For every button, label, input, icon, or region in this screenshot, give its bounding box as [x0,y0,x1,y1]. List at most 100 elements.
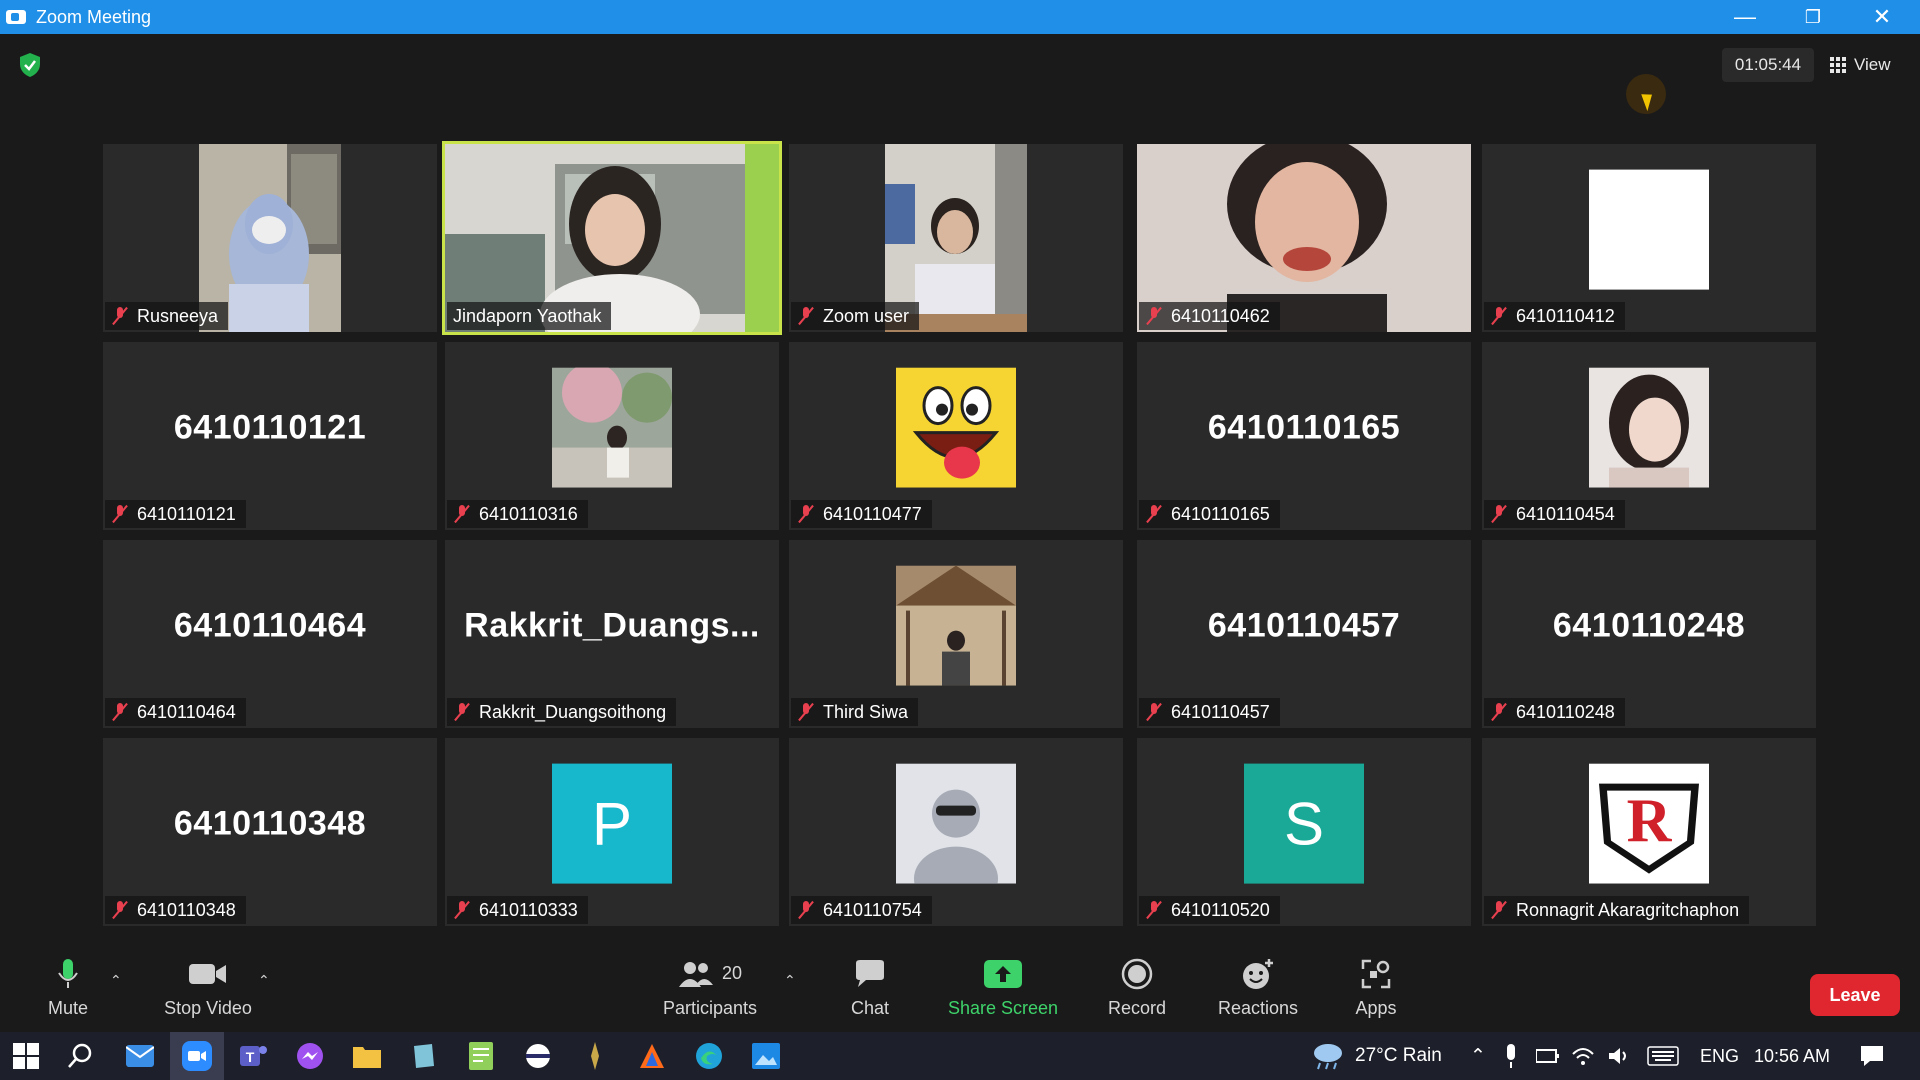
participant-tile[interactable]: 6410110165 6410110165 [1137,342,1471,530]
app-icon[interactable] [579,1040,611,1072]
microphone-tray-icon[interactable] [1500,1040,1522,1072]
participant-tile[interactable]: 6410110248 6410110248 [1482,540,1816,728]
mic-muted-icon [797,702,815,722]
video-options-chevron-icon[interactable]: ⌃ [258,972,270,989]
participant-tile[interactable]: Zoom user [789,144,1123,332]
wifi-icon[interactable] [1570,1040,1596,1072]
default-avatar [896,763,1016,884]
mic-muted-icon [111,306,129,326]
participant-tile[interactable]: Rusneeya [103,144,437,332]
participant-tile[interactable]: 6410110348 6410110348 [103,738,437,926]
participant-tile[interactable]: 6410110454 [1482,342,1816,530]
participant-name-label: 6410110454 [1484,500,1625,528]
participant-name-label: Rakkrit_Duangsoithong [447,698,677,726]
search-icon[interactable] [64,1040,96,1072]
participant-tile[interactable]: 6410110462 [1137,144,1471,332]
mic-muted-icon [453,900,471,920]
weather-rain-icon[interactable] [1310,1040,1346,1072]
zoom-taskbar-icon[interactable] [181,1040,213,1072]
participant-name-label: 6410110348 [105,896,246,924]
notepad-icon[interactable] [465,1040,497,1072]
mute-button[interactable]: Mute [38,942,98,1032]
security-shield-icon[interactable] [18,52,42,78]
participant-tile[interactable]: P 6410110333 [445,738,779,926]
mic-muted-icon [797,504,815,524]
windows-taskbar: T 27°C Rain ⌃ ENG 10:56 AM [0,1032,1920,1080]
system-clock[interactable]: 10:56 AM [1754,1032,1830,1080]
participant-name-label: Ronnagrit Akaragritchaphon [1484,896,1750,924]
participant-name-label: 6410110464 [105,698,246,726]
stop-video-button[interactable]: Stop Video [158,942,258,1032]
file-explorer-icon[interactable] [351,1040,383,1072]
participant-name-label: 6410110333 [447,896,588,924]
participants-icon [678,961,713,987]
zoom-app-icon [6,10,26,24]
window-title: Zoom Meeting [36,6,152,27]
apps-button[interactable]: Apps [1346,942,1406,1032]
participant-tile[interactable]: 6410110121 6410110121 [103,342,437,530]
participant-tile[interactable]: 6410110477 [789,342,1123,530]
apps-icon [1361,959,1391,988]
notifications-icon[interactable] [1856,1040,1888,1072]
emoji-avatar [896,367,1016,488]
participant-tile[interactable]: Rakkrit_Duangs... Rakkrit_Duangsoithong [445,540,779,728]
participant-tile[interactable]: S 6410110520 [1137,738,1471,926]
participant-name-label: 6410110457 [1139,698,1280,726]
participant-tile-name: 6410110464 [173,606,367,645]
record-button[interactable]: Record [1100,942,1174,1032]
participant-tile-name: 6410110457 [1207,606,1401,645]
audio-options-chevron-icon[interactable]: ⌃ [110,972,122,989]
participant-tile[interactable]: 6410110412 [1482,144,1816,332]
participant-tile-active-speaker[interactable]: Jindaporn Yaothak [442,141,782,335]
participant-name-label: Jindaporn Yaothak [447,302,612,330]
app-icon[interactable] [636,1040,668,1072]
participant-name-label: Third Siwa [791,698,919,726]
participant-tile-name: 6410110248 [1552,606,1746,645]
participant-avatar [1589,169,1709,290]
view-button[interactable]: View [1830,48,1891,82]
input-language[interactable]: ENG [1700,1032,1739,1080]
messenger-icon[interactable] [294,1040,326,1072]
share-screen-icon [984,959,1022,988]
volume-icon[interactable] [1606,1040,1632,1072]
chat-button[interactable]: Chat [840,942,900,1032]
participant-tile[interactable]: 6410110316 [445,342,779,530]
participant-tile[interactable]: 6410110464 6410110464 [103,540,437,728]
photos-icon[interactable] [750,1040,782,1072]
app-icon[interactable] [522,1040,554,1072]
restore-button[interactable]: ❐ [1783,0,1843,34]
mic-muted-icon [1490,504,1508,524]
mic-muted-icon [797,900,815,920]
microphone-icon [58,958,78,988]
share-screen-button[interactable]: Share Screen [945,942,1061,1032]
teams-icon[interactable]: T [237,1040,269,1072]
mic-muted-icon [797,306,815,326]
mic-muted-icon [111,702,129,722]
logo-avatar: R [1589,763,1709,884]
edge-browser-icon[interactable] [693,1040,725,1072]
mic-muted-icon [1145,504,1163,524]
participant-tile[interactable]: Third Siwa [789,540,1123,728]
participant-tile[interactable]: 6410110754 [789,738,1123,926]
windows-start-icon[interactable] [10,1040,42,1072]
mic-muted-icon [1490,702,1508,722]
participant-avatar [1589,367,1709,488]
participant-tile[interactable]: 6410110457 6410110457 [1137,540,1471,728]
reactions-button[interactable]: Reactions [1212,942,1304,1032]
participant-tile-name: 6410110165 [1207,408,1401,447]
meeting-timer: 01:05:44 [1722,48,1814,82]
battery-icon[interactable] [1535,1040,1561,1072]
meeting-controls: Mute ⌃ Stop Video ⌃ 20 Participants ⌃ Ch… [0,942,1920,1032]
letter-avatar: P [552,763,672,884]
show-hidden-icons-chevron-icon[interactable]: ⌃ [1470,1032,1486,1080]
participant-tile[interactable]: R Ronnagrit Akaragritchaphon [1482,738,1816,926]
mail-icon[interactable] [124,1040,156,1072]
keyboard-icon[interactable] [1646,1040,1680,1072]
leave-meeting-button[interactable]: Leave [1810,974,1900,1016]
close-button[interactable]: ✕ [1852,0,1912,34]
participants-options-chevron-icon[interactable]: ⌃ [784,972,796,989]
app-icon[interactable] [408,1040,440,1072]
participants-button[interactable]: 20 Participants [660,942,760,1032]
minimize-button[interactable]: — [1715,0,1775,34]
weather-text[interactable]: 27°C Rain [1355,1032,1442,1080]
